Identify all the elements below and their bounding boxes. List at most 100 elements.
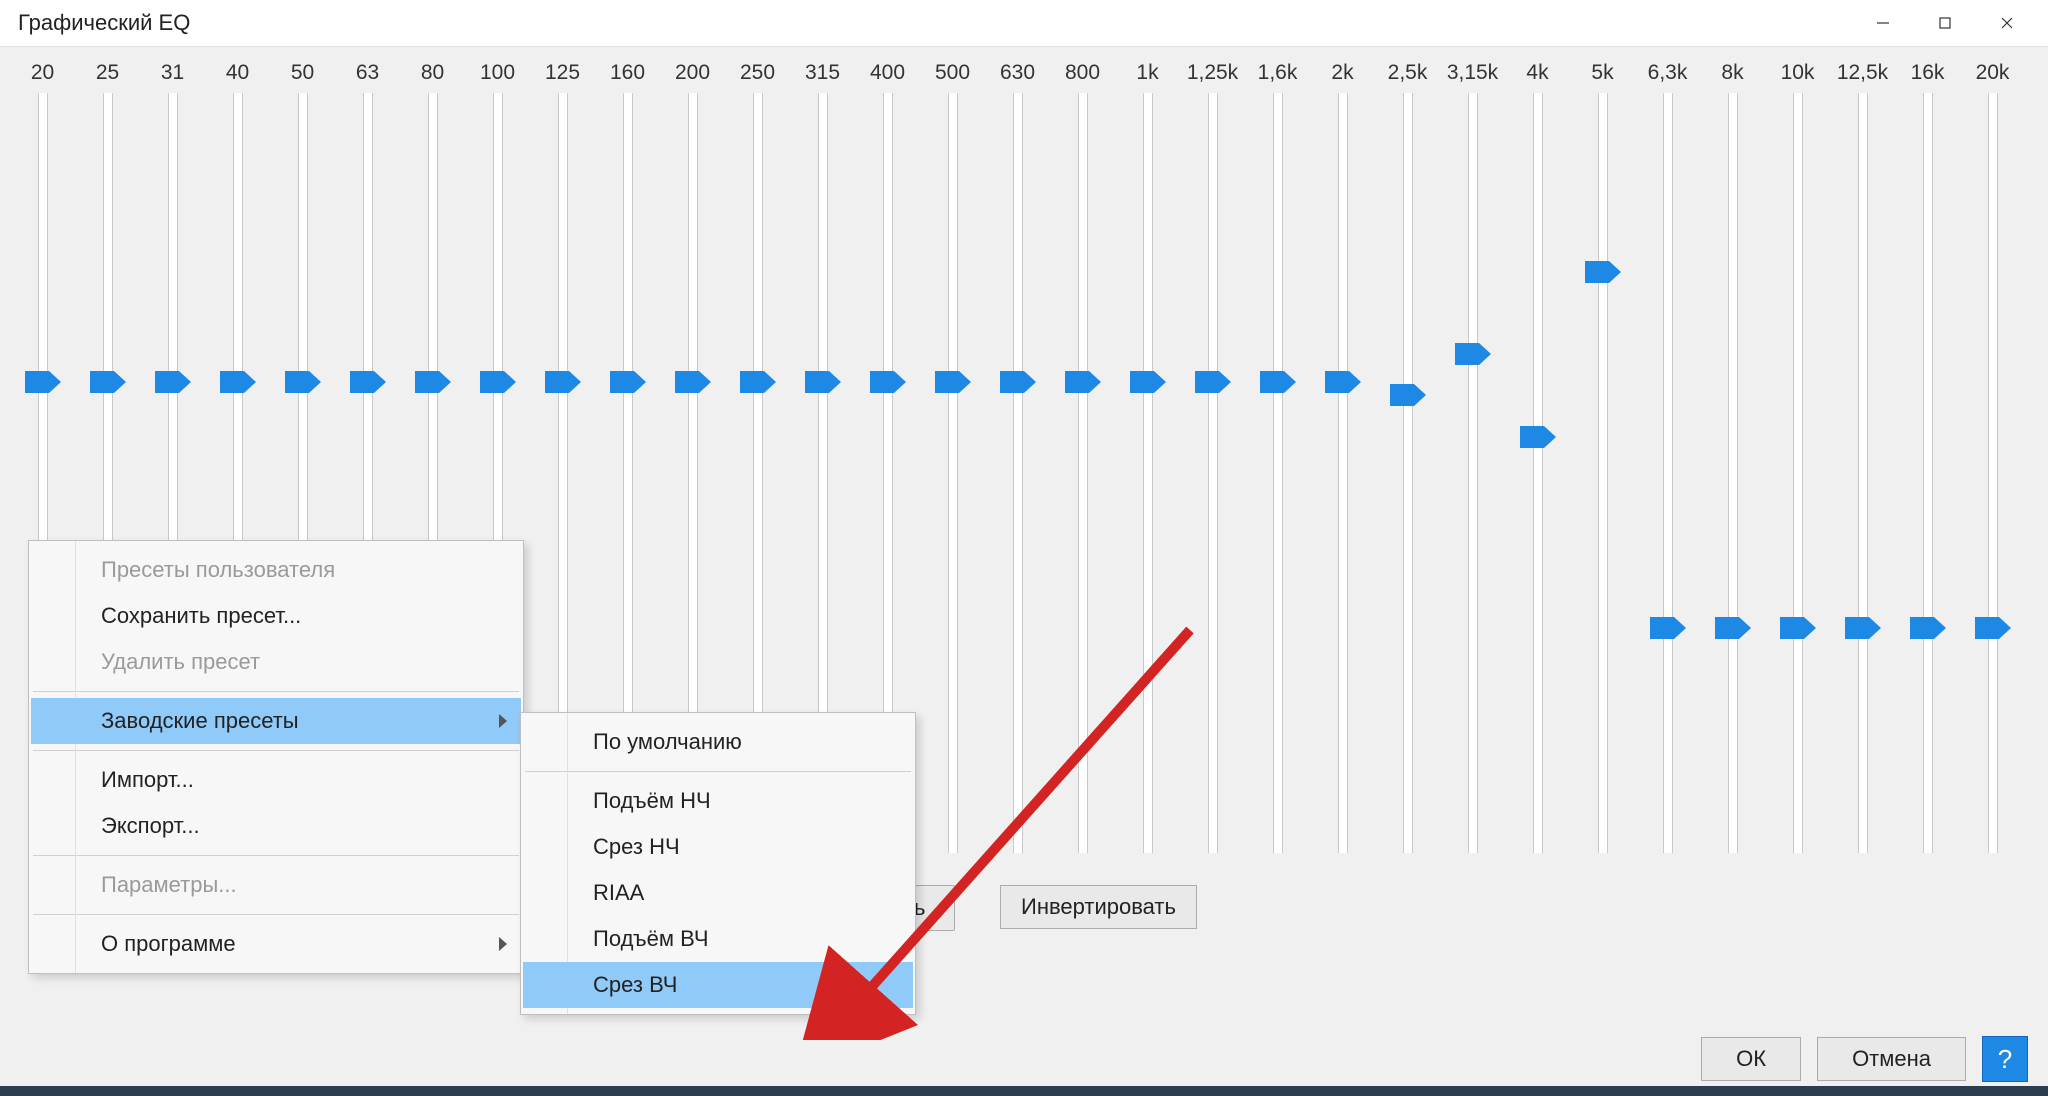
cancel-button[interactable]: Отмена <box>1817 1037 1966 1081</box>
eq-slider[interactable] <box>1310 93 1375 853</box>
freq-label: 8k <box>1700 61 1765 85</box>
eq-slider[interactable] <box>1570 93 1635 853</box>
slider-thumb[interactable] <box>1780 617 1816 639</box>
slider-thumb[interactable] <box>1520 426 1556 448</box>
freq-label: 1,25k <box>1180 61 1245 85</box>
eq-slider[interactable] <box>1375 93 1440 853</box>
menu-user-presets: Пресеты пользователя <box>31 547 521 593</box>
menu-separator <box>33 691 519 692</box>
slider-thumb[interactable] <box>805 371 841 393</box>
eq-slider[interactable] <box>1440 93 1505 853</box>
slider-thumb[interactable] <box>1000 371 1036 393</box>
ok-button[interactable]: ОК <box>1701 1037 1801 1081</box>
slider-thumb[interactable] <box>25 371 61 393</box>
menu-about-label: О программе <box>101 931 236 956</box>
help-button[interactable]: ? <box>1982 1036 2028 1082</box>
menu-import[interactable]: Импорт... <box>31 757 521 803</box>
slider-thumb[interactable] <box>1455 343 1491 365</box>
maximize-button[interactable] <box>1914 0 1976 46</box>
slider-track <box>1403 93 1413 853</box>
submenu-treble-boost[interactable]: Подъём ВЧ <box>523 916 913 962</box>
slider-thumb[interactable] <box>350 371 386 393</box>
slider-thumb[interactable] <box>870 371 906 393</box>
freq-label: 250 <box>725 61 790 85</box>
slider-thumb[interactable] <box>480 371 516 393</box>
eq-slider[interactable] <box>1895 93 1960 853</box>
submenu-bass-boost[interactable]: Подъём НЧ <box>523 778 913 824</box>
slider-thumb[interactable] <box>1715 617 1751 639</box>
slider-thumb[interactable] <box>610 371 646 393</box>
slider-track <box>1793 93 1803 853</box>
menu-about[interactable]: О программе <box>31 921 521 967</box>
slider-track <box>1338 93 1348 853</box>
eq-slider[interactable] <box>985 93 1050 853</box>
invert-button[interactable]: Инвертировать <box>1000 885 1197 929</box>
minimize-button[interactable] <box>1852 0 1914 46</box>
eq-slider[interactable] <box>1765 93 1830 853</box>
slider-thumb[interactable] <box>1910 617 1946 639</box>
slider-thumb[interactable] <box>1325 371 1361 393</box>
eq-slider[interactable] <box>1830 93 1895 853</box>
menu-export[interactable]: Экспорт... <box>31 803 521 849</box>
eq-slider[interactable] <box>1115 93 1180 853</box>
slider-thumb[interactable] <box>935 371 971 393</box>
eq-slider[interactable] <box>1180 93 1245 853</box>
slider-track <box>1143 93 1153 853</box>
menu-save-preset[interactable]: Сохранить пресет... <box>31 593 521 639</box>
slider-thumb[interactable] <box>545 371 581 393</box>
slider-thumb[interactable] <box>1130 371 1166 393</box>
slider-thumb[interactable] <box>740 371 776 393</box>
slider-thumb[interactable] <box>1065 371 1101 393</box>
freq-label: 50 <box>270 61 335 85</box>
freq-label: 6,3k <box>1635 61 1700 85</box>
slider-thumb[interactable] <box>1845 617 1881 639</box>
slider-track <box>1533 93 1543 853</box>
freq-label: 400 <box>855 61 920 85</box>
freq-label: 4k <box>1505 61 1570 85</box>
slider-thumb[interactable] <box>1195 371 1231 393</box>
slider-track <box>1858 93 1868 853</box>
submenu-treble-cut[interactable]: Срез ВЧ <box>523 962 913 1008</box>
taskbar-strip <box>0 1086 2048 1096</box>
submenu-default[interactable]: По умолчанию <box>523 719 913 765</box>
freq-label: 200 <box>660 61 725 85</box>
freq-label: 12,5k <box>1830 61 1895 85</box>
slider-thumb[interactable] <box>1585 261 1621 283</box>
slider-thumb[interactable] <box>1975 617 2011 639</box>
freq-label: 3,15k <box>1440 61 1505 85</box>
slider-thumb[interactable] <box>155 371 191 393</box>
slider-thumb[interactable] <box>1260 371 1296 393</box>
slider-thumb[interactable] <box>1650 617 1686 639</box>
partial-button[interactable]: ь <box>910 885 955 931</box>
eq-slider[interactable] <box>1960 93 2025 853</box>
menu-delete-preset: Удалить пресет <box>31 639 521 685</box>
slider-thumb[interactable] <box>1390 384 1426 406</box>
menu-factory-presets[interactable]: Заводские пресеты <box>31 698 521 744</box>
menu-parameters: Параметры... <box>31 862 521 908</box>
eq-slider[interactable] <box>1245 93 1310 853</box>
slider-thumb[interactable] <box>285 371 321 393</box>
eq-slider[interactable] <box>1700 93 1765 853</box>
slider-track <box>1598 93 1608 853</box>
freq-label: 2k <box>1310 61 1375 85</box>
freq-label: 25 <box>75 61 140 85</box>
menu-separator <box>33 914 519 915</box>
slider-track <box>1468 93 1478 853</box>
slider-thumb[interactable] <box>220 371 256 393</box>
eq-slider[interactable] <box>1505 93 1570 853</box>
menu-separator <box>33 750 519 751</box>
slider-thumb[interactable] <box>415 371 451 393</box>
close-button[interactable] <box>1976 0 2038 46</box>
eq-slider[interactable] <box>920 93 985 853</box>
freq-label: 1,6k <box>1245 61 1310 85</box>
freq-label: 1k <box>1115 61 1180 85</box>
slider-thumb[interactable] <box>90 371 126 393</box>
freq-label: 31 <box>140 61 205 85</box>
slider-track <box>948 93 958 853</box>
submenu-riaa[interactable]: RIAA <box>523 870 913 916</box>
submenu-bass-cut[interactable]: Срез НЧ <box>523 824 913 870</box>
eq-slider[interactable] <box>1635 93 1700 853</box>
eq-slider[interactable] <box>1050 93 1115 853</box>
factory-presets-submenu: По умолчанию Подъём НЧ Срез НЧ RIAA Подъ… <box>520 712 916 1015</box>
slider-thumb[interactable] <box>675 371 711 393</box>
